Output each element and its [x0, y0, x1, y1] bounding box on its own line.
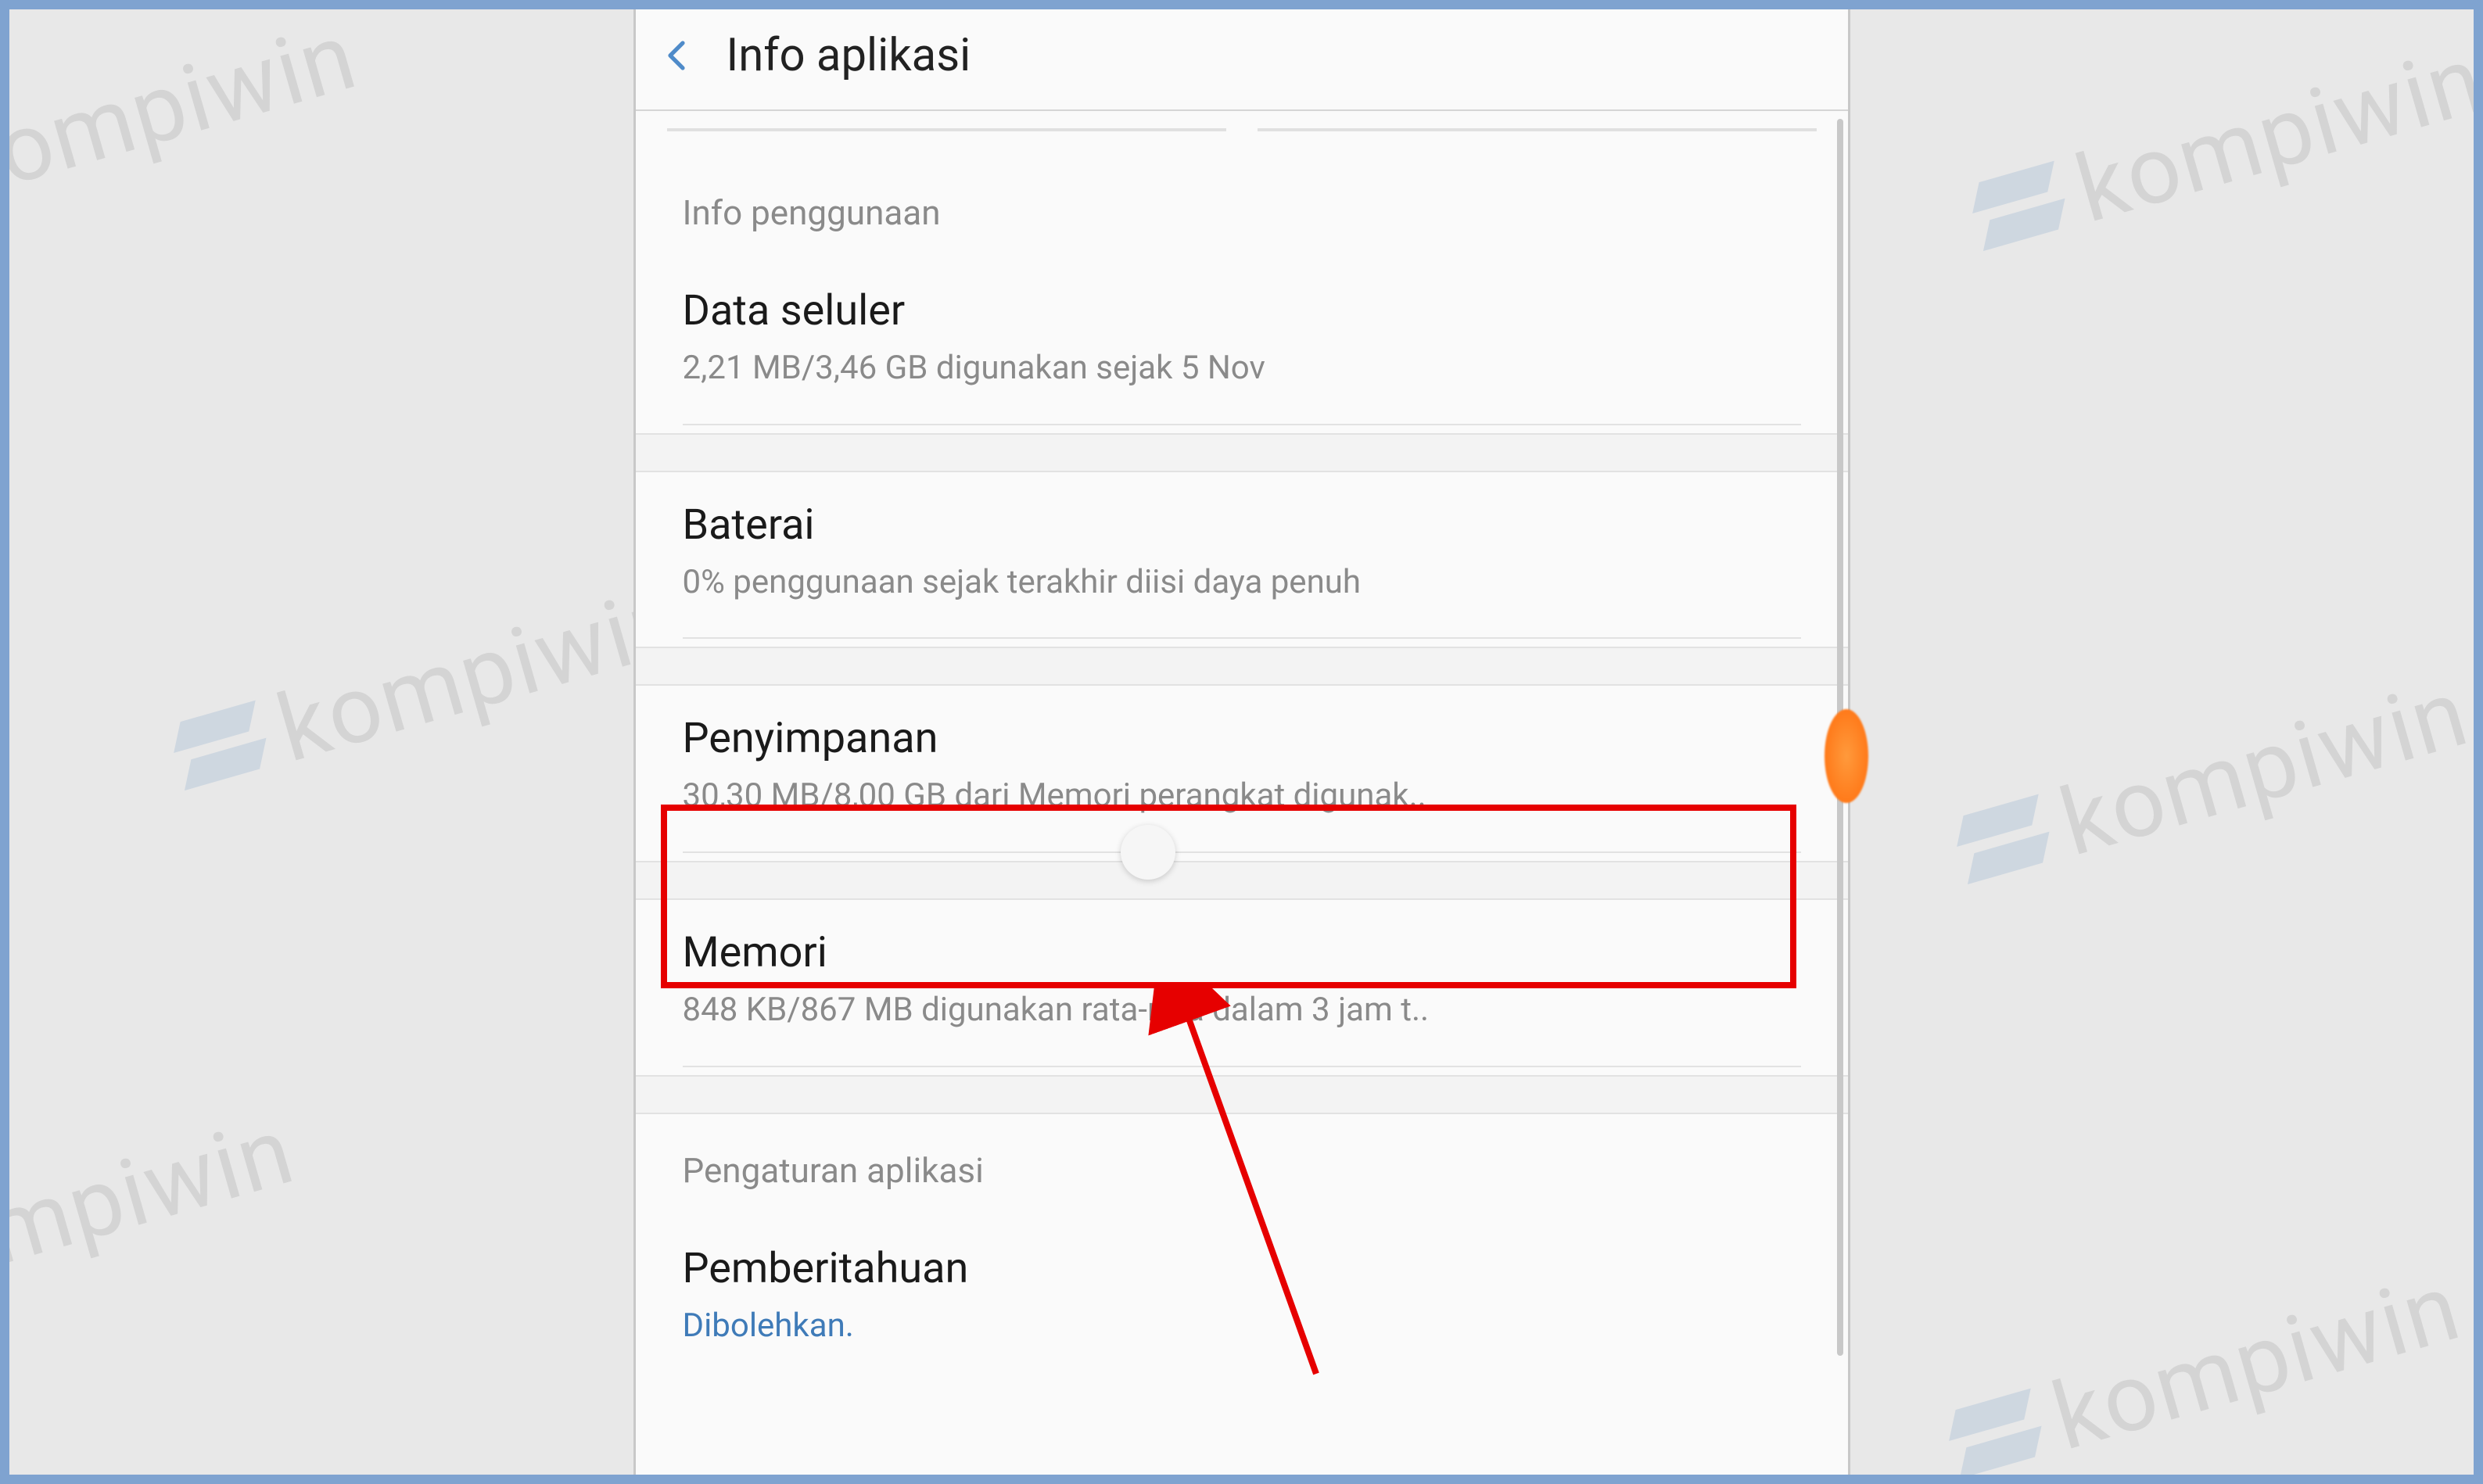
scroll-indicator [1825, 709, 1868, 803]
divider [683, 637, 1801, 639]
item-subtitle: 848 KB/867 MB digunakan rata-rata dalam … [683, 988, 1801, 1033]
item-memory[interactable]: Memori 848 KB/867 MB digunakan rata-rata… [636, 900, 1848, 1066]
section-divider [636, 433, 1848, 472]
item-title: Pemberitahuan [683, 1244, 1801, 1293]
section-divider [636, 1075, 1848, 1114]
item-title: Penyimpanan [683, 714, 1801, 763]
page-title: Info aplikasi [727, 29, 971, 82]
floating-dot [1121, 825, 1175, 880]
item-subtitle: 30,30 MB/8,00 GB dari Memori perangkat d… [683, 774, 1801, 819]
item-title: Baterai [683, 500, 1801, 550]
ghost-button-right[interactable] [1258, 120, 1817, 131]
section-settings-header: Pengaturan aplikasi [636, 1114, 1848, 1216]
item-battery[interactable]: Baterai 0% penggunaan sejak terakhir dii… [636, 472, 1848, 638]
screenshot-frame: kompiwin kompiwin kompiwin kompiwin komp… [0, 0, 2483, 1484]
app-bar: Info aplikasi [636, 2, 1848, 111]
item-subtitle: 2,21 MB/3,46 GB digunakan sejak 5 Nov [683, 346, 1801, 391]
section-divider [636, 861, 1848, 900]
item-subtitle: 0% penggunaan sejak terakhir diisi daya … [683, 561, 1801, 605]
section-usage-header: Info penggunaan [636, 145, 1848, 258]
section-divider [636, 647, 1848, 686]
top-buttons [636, 111, 1848, 145]
phone-screen: Info aplikasi Info penggunaan Data selul… [636, 2, 1848, 1484]
ghost-button-left[interactable] [667, 120, 1226, 131]
divider [683, 424, 1801, 425]
item-notifications[interactable]: Pemberitahuan Dibolehkan. [636, 1216, 1848, 1357]
settings-content: Info penggunaan Data seluler 2,21 MB/3,4… [636, 111, 1848, 1356]
divider [683, 851, 1801, 853]
back-icon[interactable] [659, 37, 697, 74]
item-title: Memori [683, 928, 1801, 977]
item-storage[interactable]: Penyimpanan 30,30 MB/8,00 GB dari Memori… [636, 686, 1848, 851]
divider [683, 1066, 1801, 1067]
item-subtitle: Dibolehkan. [683, 1304, 1801, 1349]
item-mobile-data[interactable]: Data seluler 2,21 MB/3,46 GB digunakan s… [636, 258, 1848, 424]
item-title: Data seluler [683, 286, 1801, 335]
